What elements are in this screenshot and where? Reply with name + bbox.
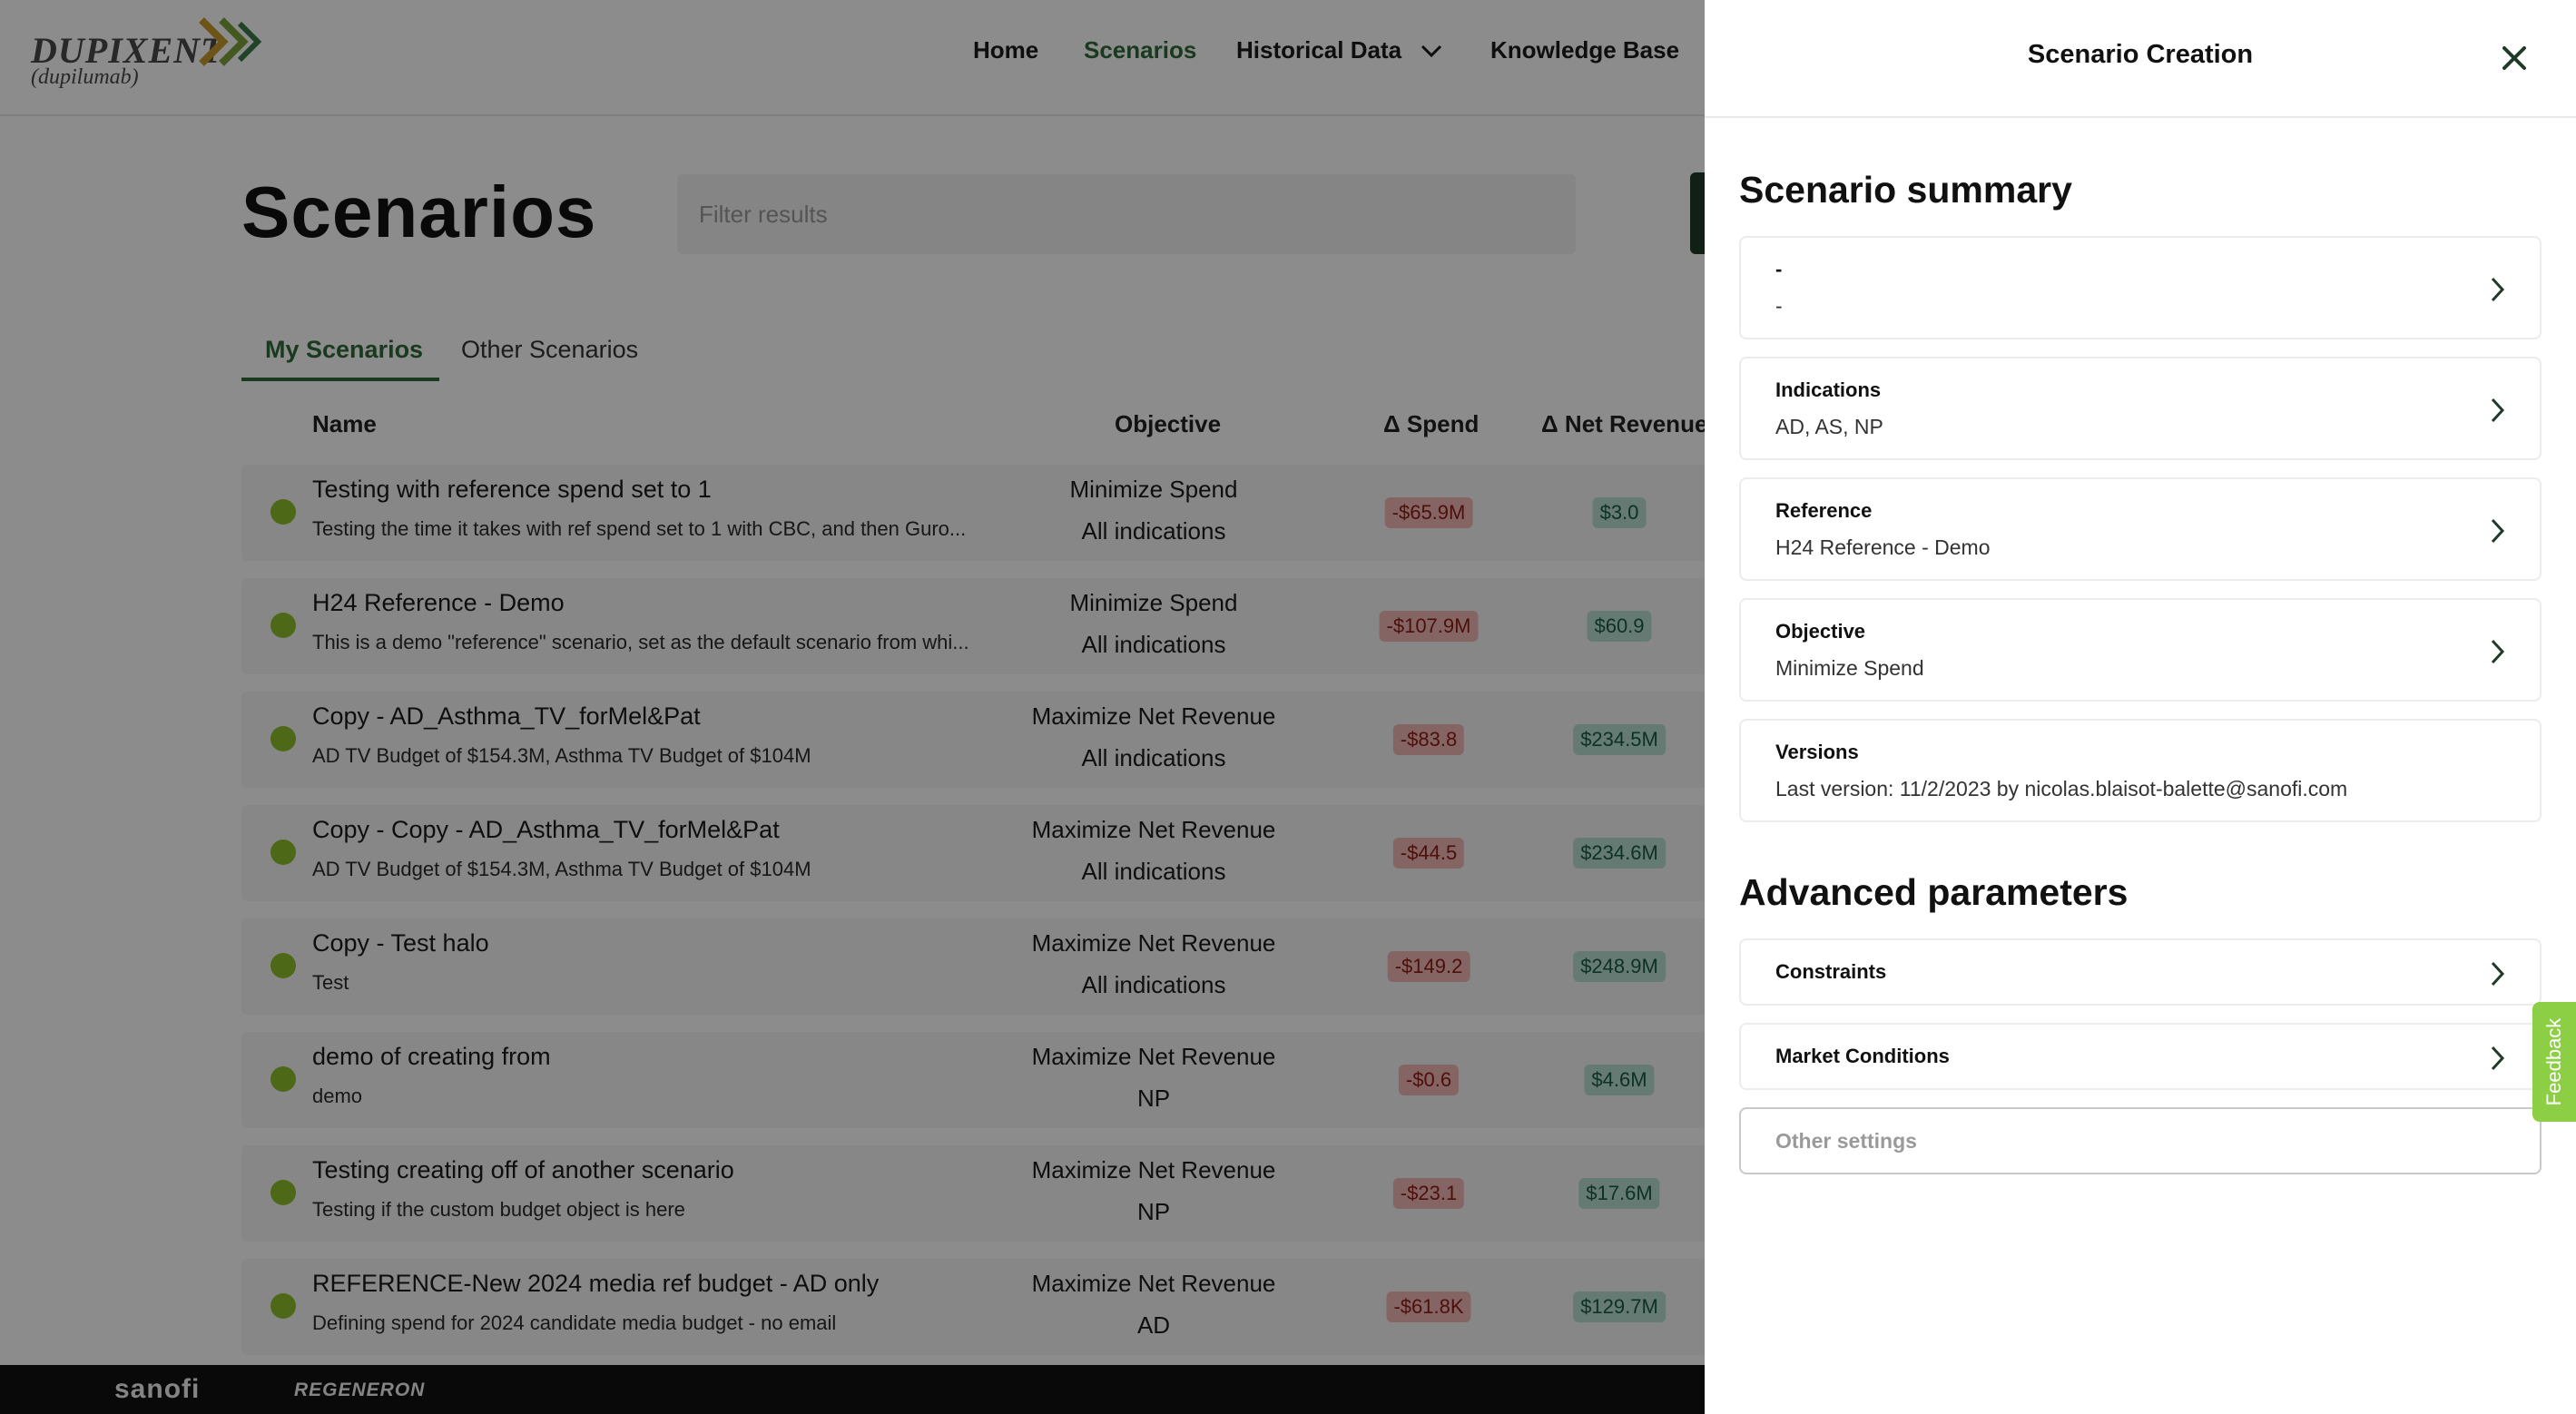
chevron-right-icon	[2491, 1046, 2505, 1071]
card-value: AD, AS, NP	[1775, 415, 1883, 438]
reference-card[interactable]: Reference H24 Reference - Demo	[1739, 477, 2542, 581]
chevron-right-icon	[2491, 398, 2505, 423]
card-value: -	[1775, 294, 1783, 318]
card-value: H24 Reference - Demo	[1775, 535, 1991, 559]
chevron-right-icon	[2491, 961, 2505, 987]
chevron-right-icon	[2491, 518, 2505, 544]
market-conditions-card[interactable]: Market Conditions	[1739, 1023, 2542, 1090]
card-title: Indications	[1775, 378, 1882, 401]
scenario-name-card[interactable]: - -	[1739, 236, 2542, 339]
feedback-label: Feedback	[2542, 1017, 2565, 1106]
card-title: Versions	[1775, 741, 1859, 763]
indications-card[interactable]: Indications AD, AS, NP	[1739, 357, 2542, 460]
chevron-right-icon	[2491, 639, 2505, 664]
feedback-tab[interactable]: Feedback	[2532, 1002, 2576, 1122]
chevron-right-icon	[2491, 277, 2505, 302]
close-icon[interactable]	[2496, 40, 2532, 76]
scenario-summary-heading: Scenario summary	[1739, 169, 2072, 211]
panel-title: Scenario Creation	[2027, 40, 2254, 69]
scenario-creation-panel: Scenario Creation Scenario summary - - I…	[1705, 0, 2576, 1414]
card-title: -	[1775, 258, 1783, 280]
other-settings-button[interactable]: Other settings	[1739, 1107, 2542, 1174]
constraints-card[interactable]: Constraints	[1739, 938, 2542, 1006]
advanced-parameters-heading: Advanced parameters	[1739, 871, 2129, 913]
card-title: Constraints	[1775, 960, 1887, 983]
card-value: Last version: 11/2/2023 by nicolas.blais…	[1775, 777, 2348, 800]
other-settings-label: Other settings	[1775, 1129, 1917, 1153]
card-title: Reference	[1775, 499, 1873, 522]
panel-header: Scenario Creation	[1705, 0, 2576, 118]
card-title: Objective	[1775, 620, 1866, 643]
card-title: Market Conditions	[1775, 1045, 1950, 1067]
objective-card[interactable]: Objective Minimize Spend	[1739, 598, 2542, 702]
card-value: Minimize Spend	[1775, 656, 1924, 680]
versions-card: Versions Last version: 11/2/2023 by nico…	[1739, 719, 2542, 822]
